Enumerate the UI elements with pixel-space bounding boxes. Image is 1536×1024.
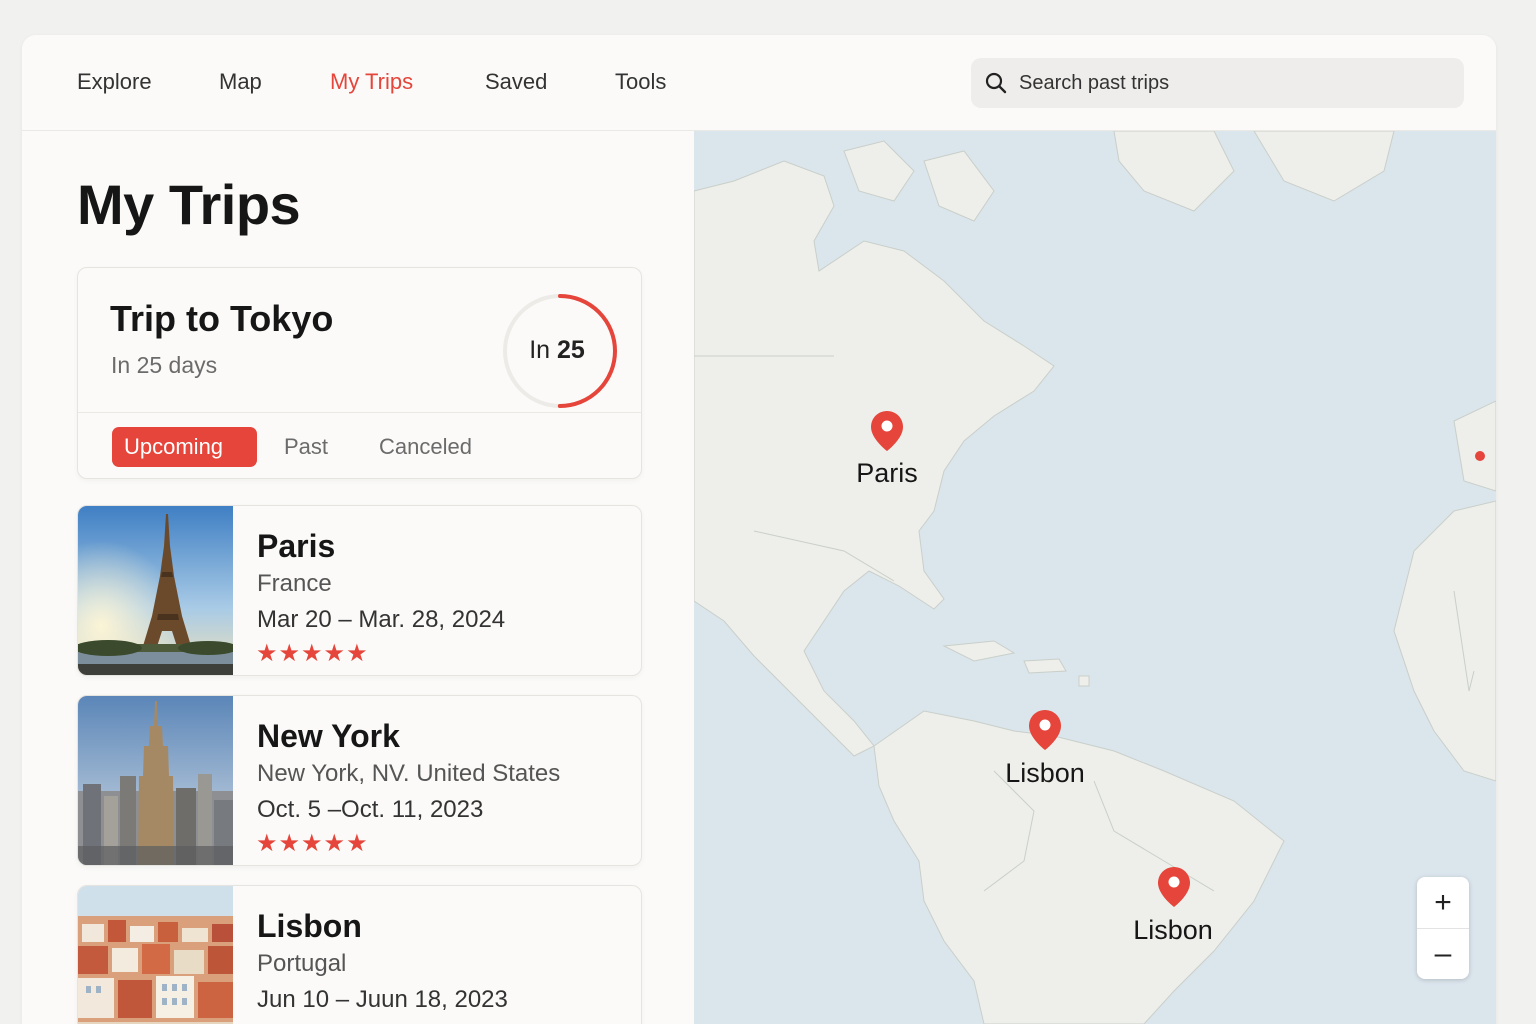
trip-photo-new-york	[78, 696, 233, 865]
trip-photo-paris	[78, 506, 233, 675]
trip-dates: Jun 10 – Juun 18, 2023	[257, 986, 508, 1013]
top-navigation: Explore Map My Trips Saved Tools	[22, 35, 1496, 131]
nav-explore[interactable]: Explore	[77, 69, 152, 95]
upcoming-trip-title: Trip to Tokyo	[110, 298, 334, 339]
trip-location: New York, NV. United States	[257, 760, 561, 787]
upcoming-trip-countdown: In 25 days	[111, 352, 218, 378]
trip-dates: Oct. 5 –Oct. 11, 2023	[257, 796, 484, 823]
zoom-in-button[interactable]: +	[1417, 877, 1469, 928]
map-marker-dot[interactable]	[1475, 451, 1485, 461]
page-title: My Trips	[77, 173, 301, 236]
countdown-ring-label: In 25	[501, 336, 613, 365]
countdown-value: 25	[557, 336, 585, 364]
trip-location: Portugal	[257, 950, 347, 977]
tab-past[interactable]: Past	[284, 427, 328, 467]
map-pin-label: Lisbon	[1133, 915, 1213, 945]
trip-name: New York	[257, 718, 400, 754]
upcoming-trip-card[interactable]: Trip to Tokyo In 25 days In 25 Upcoming …	[77, 267, 642, 479]
trip-rating-stars: ★★★★★	[256, 830, 369, 857]
card-divider	[78, 412, 641, 413]
trip-name: Paris	[257, 528, 336, 564]
search-icon	[985, 72, 1007, 94]
trip-card-paris[interactable]: Paris France Mar 20 – Mar. 28, 2024 ★★★★…	[77, 505, 642, 676]
search-input[interactable]	[1019, 58, 1449, 108]
trips-panel: My Trips Trip to Tokyo In 25 days In 25 …	[22, 132, 694, 1024]
nav-my-trips[interactable]: My Trips	[330, 69, 413, 95]
map-canvas	[694, 131, 1496, 1024]
trip-card-new-york[interactable]: New York New York, NV. United States Oct…	[77, 695, 642, 866]
app-window: Explore Map My Trips Saved Tools My Trip…	[22, 35, 1496, 1024]
tab-upcoming[interactable]: Upcoming	[112, 427, 257, 467]
zoom-control: + –	[1417, 877, 1469, 979]
search-box[interactable]	[971, 58, 1464, 108]
zoom-out-button[interactable]: –	[1417, 928, 1469, 979]
map-pin-label: Lisbon	[1005, 758, 1085, 788]
trip-card-lisbon[interactable]: Lisbon Portugal Jun 10 – Juun 18, 2023	[77, 885, 642, 1024]
trip-rating-stars: ★★★★★	[256, 640, 369, 667]
trip-location: France	[257, 570, 332, 597]
trip-dates: Mar 20 – Mar. 28, 2024	[257, 606, 506, 633]
nav-tools[interactable]: Tools	[615, 69, 666, 95]
tab-canceled[interactable]: Canceled	[379, 427, 472, 467]
nav-map[interactable]: Map	[219, 69, 262, 95]
map-view[interactable]: Paris Lisbon Lisbon + –	[694, 131, 1496, 1024]
trip-photo-lisbon	[78, 886, 233, 1024]
trip-name: Lisbon	[257, 908, 362, 944]
countdown-prefix: In	[529, 336, 551, 364]
map-pin-label: Paris	[856, 458, 918, 488]
nav-saved[interactable]: Saved	[485, 69, 547, 95]
